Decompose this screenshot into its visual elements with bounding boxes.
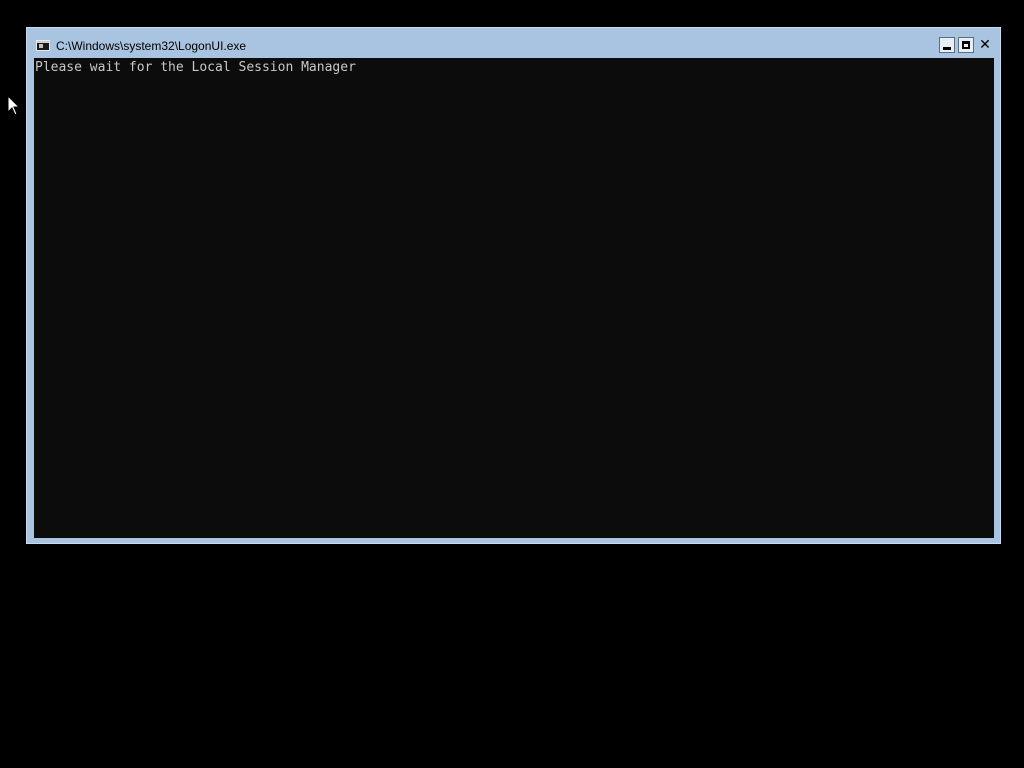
caption-buttons: ✕ — [939, 37, 993, 54]
window-title: C:\Windows\system32\LogonUI.exe — [56, 39, 247, 53]
close-button[interactable]: ✕ — [977, 37, 993, 53]
console-icon[interactable] — [36, 40, 50, 51]
mouse-pointer-icon — [7, 95, 21, 116]
minimize-button[interactable] — [939, 37, 955, 53]
title-bar[interactable]: C:\Windows\system32\LogonUI.exe ✕ — [27, 28, 1000, 58]
console-output[interactable]: Please wait for the Local Session Manage… — [34, 58, 994, 538]
console-window[interactable]: C:\Windows\system32\LogonUI.exe ✕ Please… — [26, 27, 1001, 544]
desktop: C:\Windows\system32\LogonUI.exe ✕ Please… — [0, 0, 1024, 768]
maximize-button[interactable] — [958, 37, 974, 53]
console-line: Please wait for the Local Session Manage… — [35, 60, 356, 75]
